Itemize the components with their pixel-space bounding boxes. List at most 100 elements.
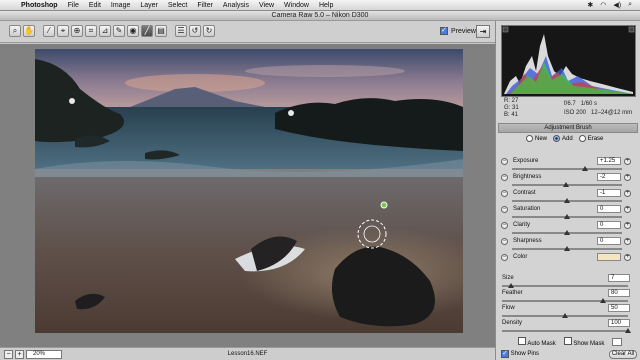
beach-photo bbox=[35, 49, 463, 333]
slider-thumb[interactable] bbox=[564, 198, 570, 203]
brush-row-flow: Flow 50 bbox=[500, 304, 636, 320]
menu-layer[interactable]: Layer bbox=[135, 2, 163, 9]
menu-window[interactable]: Window bbox=[279, 2, 314, 9]
targeted-adjustment-tool-icon[interactable]: ⊕ bbox=[71, 25, 83, 37]
increase-icon[interactable]: + bbox=[624, 174, 631, 181]
brush-value-field[interactable]: 50 bbox=[608, 304, 630, 312]
straighten-tool-icon[interactable]: ⊿ bbox=[99, 25, 111, 37]
adjustment-row-contrast: − Contrast -1 + bbox=[500, 188, 636, 204]
adjustment-row-brightness: − Brightness -2 + bbox=[500, 172, 636, 188]
adjustment-brush-tool-icon[interactable]: ╱ bbox=[141, 25, 153, 37]
crop-tool-icon[interactable]: ⌗ bbox=[85, 25, 97, 37]
clear-all-button[interactable]: Clear All bbox=[609, 349, 637, 359]
increase-icon[interactable]: + bbox=[624, 238, 631, 245]
photo-preview[interactable] bbox=[35, 49, 463, 333]
bluetooth-icon[interactable]: ✱ bbox=[587, 1, 593, 9]
zoom-tool-icon[interactable]: ⌕ bbox=[9, 25, 21, 37]
slider-thumb[interactable] bbox=[625, 328, 631, 333]
spotlight-icon[interactable]: ⌕ bbox=[628, 1, 632, 9]
menu-app[interactable]: Photoshop bbox=[16, 2, 63, 9]
adjustment-row-saturation: − Saturation 0 + bbox=[500, 204, 636, 220]
increase-icon[interactable]: + bbox=[624, 158, 631, 165]
rotate-cw-icon[interactable]: ↻ bbox=[203, 25, 215, 37]
slider-thumb[interactable] bbox=[564, 230, 570, 235]
slider-track[interactable] bbox=[502, 300, 628, 302]
slider-thumb[interactable] bbox=[564, 246, 570, 251]
panel-footer: ✓ Show Pins Clear All bbox=[501, 349, 637, 359]
mode-erase[interactable]: Erase bbox=[578, 135, 603, 142]
mode-new[interactable]: New bbox=[526, 135, 547, 142]
hand-tool-icon[interactable]: ✋ bbox=[23, 25, 35, 37]
volume-icon[interactable]: ◀) bbox=[613, 1, 621, 9]
show-pins-toggle[interactable]: ✓ Show Pins bbox=[501, 350, 539, 358]
menu-edit[interactable]: Edit bbox=[84, 2, 106, 9]
camera-readout: R: 27 G: 31 B: 41 f/6.7 1/60 s ISO 200 1… bbox=[502, 98, 637, 126]
menu-select[interactable]: Select bbox=[163, 2, 192, 9]
adjustment-value-field[interactable]: 0 bbox=[597, 237, 621, 245]
brush-label: Density bbox=[502, 320, 523, 326]
decrease-icon[interactable]: − bbox=[501, 222, 508, 229]
fullscreen-button[interactable]: ⇥ bbox=[476, 25, 490, 38]
adjustment-label: Brightness bbox=[513, 174, 542, 180]
adjustment-row-exposure: − Exposure +1.25 + bbox=[500, 156, 636, 172]
show-mask-checkbox[interactable] bbox=[563, 337, 572, 345]
increase-icon[interactable]: + bbox=[624, 222, 631, 229]
decrease-icon[interactable]: − bbox=[501, 190, 508, 197]
slider-track[interactable] bbox=[512, 168, 622, 170]
adjustment-value-field[interactable]: +1.25 bbox=[597, 157, 621, 165]
status-bar: − + 20% Lesson16.NEF bbox=[0, 347, 495, 360]
slider-thumb[interactable] bbox=[562, 313, 568, 318]
graduated-filter-tool-icon[interactable]: ▤ bbox=[155, 25, 167, 37]
mode-add[interactable]: Add bbox=[553, 135, 573, 142]
slider-thumb[interactable] bbox=[564, 214, 570, 219]
increase-icon[interactable]: + bbox=[624, 254, 631, 261]
slider-thumb[interactable] bbox=[562, 182, 569, 187]
brush-value-field[interactable]: 100 bbox=[608, 319, 630, 327]
decrease-icon[interactable]: − bbox=[501, 238, 508, 245]
rotate-ccw-icon[interactable]: ↺ bbox=[189, 25, 201, 37]
adjustment-value-field[interactable]: -1 bbox=[597, 189, 621, 197]
wifi-icon[interactable]: ◠ bbox=[600, 1, 606, 9]
rgb-readout: R: 27 G: 31 B: 41 bbox=[504, 98, 519, 118]
adjustment-value-field[interactable]: 0 bbox=[597, 221, 621, 229]
preview-toggle[interactable]: ✓ Preview bbox=[440, 27, 476, 35]
adjustment-value-field[interactable]: -2 bbox=[597, 173, 621, 181]
menu-view[interactable]: View bbox=[254, 2, 279, 9]
slider-thumb[interactable] bbox=[599, 298, 606, 303]
decrease-icon[interactable]: − bbox=[501, 158, 508, 165]
decrease-icon[interactable]: − bbox=[501, 254, 508, 261]
brush-value-field[interactable]: 80 bbox=[608, 289, 630, 297]
show-pins-checkbox[interactable]: ✓ bbox=[501, 350, 509, 358]
slider-thumb[interactable] bbox=[507, 283, 514, 288]
mask-color-swatch[interactable] bbox=[612, 338, 623, 346]
brush-label: Flow bbox=[502, 305, 515, 311]
preferences-icon[interactable]: ☰ bbox=[175, 25, 187, 37]
image-canvas bbox=[0, 44, 495, 347]
adjustment-value-field[interactable]: 0 bbox=[597, 205, 621, 213]
auto-mask-checkbox[interactable] bbox=[518, 337, 526, 345]
auto-mask-toggle[interactable]: Auto Mask bbox=[518, 337, 556, 347]
iso: ISO 200 bbox=[564, 110, 587, 116]
decrease-icon[interactable]: − bbox=[501, 174, 508, 181]
menu-file[interactable]: File bbox=[63, 2, 84, 9]
color-swatch[interactable] bbox=[597, 253, 621, 261]
menu-filter[interactable]: Filter bbox=[192, 2, 218, 9]
file-name: Lesson16.NEF bbox=[227, 351, 268, 357]
increase-icon[interactable]: + bbox=[624, 190, 631, 197]
menu-image[interactable]: Image bbox=[106, 2, 135, 9]
spot-removal-tool-icon[interactable]: ✎ bbox=[113, 25, 125, 37]
adjustment-label: Sharpness bbox=[513, 238, 542, 244]
red-eye-tool-icon[interactable]: ◉ bbox=[127, 25, 139, 37]
preview-checkbox[interactable]: ✓ bbox=[440, 27, 448, 35]
slider-track[interactable] bbox=[502, 285, 628, 287]
brush-value-field[interactable]: 7 bbox=[608, 274, 630, 282]
slider-thumb[interactable] bbox=[581, 166, 588, 171]
menu-help[interactable]: Help bbox=[314, 2, 338, 9]
color-sampler-tool-icon[interactable]: ⌖ bbox=[57, 25, 69, 37]
slider-track[interactable] bbox=[502, 330, 628, 332]
white-balance-tool-icon[interactable]: ⁄ bbox=[43, 25, 55, 37]
show-mask-toggle[interactable]: Show Mask bbox=[563, 337, 604, 347]
decrease-icon[interactable]: − bbox=[501, 206, 508, 213]
increase-icon[interactable]: + bbox=[624, 206, 631, 213]
menu-analysis[interactable]: Analysis bbox=[218, 2, 254, 9]
